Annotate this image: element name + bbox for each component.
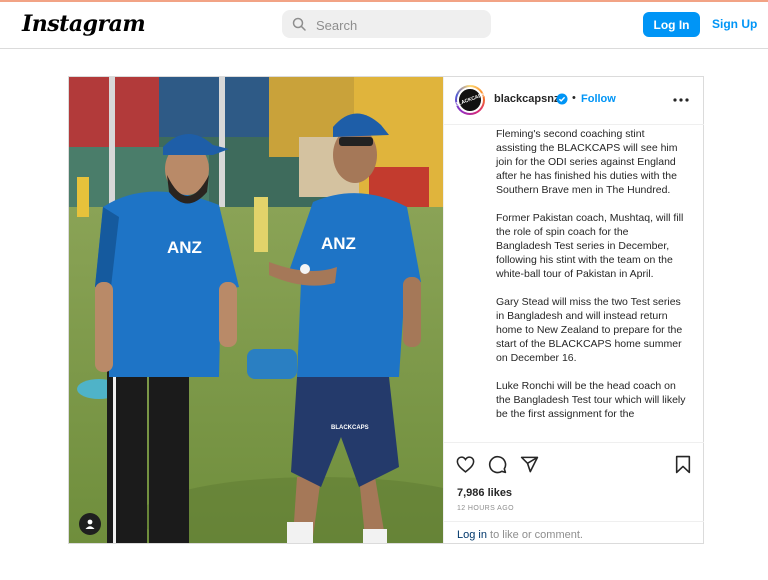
profile-avatar[interactable]: BLACKCAPS bbox=[454, 85, 486, 115]
cricket-coaches-photo: ANZ ANZ BLACKCAPS bbox=[69, 77, 443, 543]
left-shirt-sponsor: ANZ bbox=[167, 238, 202, 257]
right-shirt-sponsor: ANZ bbox=[321, 234, 356, 253]
login-prompt-rest: to like or comment. bbox=[486, 529, 583, 541]
search-icon bbox=[292, 17, 306, 31]
post-username[interactable]: blackcapsnz bbox=[494, 93, 559, 105]
avatar-logo: BLACKCAPS bbox=[454, 85, 486, 115]
top-nav: Instagram Log In Sign Up bbox=[0, 2, 768, 49]
share-icon[interactable] bbox=[520, 455, 539, 474]
search-input[interactable] bbox=[314, 10, 488, 40]
caption-paragraph: Luke Ronchi will be the head coach on th… bbox=[496, 380, 686, 420]
caption-paragraph: Fleming's second coaching stint assistin… bbox=[496, 128, 678, 196]
login-prompt: Log in to like or comment. bbox=[444, 521, 704, 545]
bookmark-icon[interactable] bbox=[675, 455, 691, 474]
avatar-frame: BLACKCAPS bbox=[454, 85, 486, 115]
caption-text: Fleming's second coaching stint assistin… bbox=[496, 127, 686, 435]
search-box[interactable] bbox=[282, 10, 491, 40]
post-sidebar: BLACKCAPS blackcapsnz • Follow Fleming's… bbox=[443, 77, 704, 544]
post-photo[interactable]: ANZ ANZ BLACKCAPS bbox=[69, 77, 443, 543]
follow-button[interactable]: Follow bbox=[581, 93, 616, 105]
post-caption: Fleming's second coaching stint assistin… bbox=[444, 124, 702, 442]
caption-paragraph: Former Pakistan coach, Mushtaq, will fil… bbox=[496, 212, 684, 280]
post-card: ANZ ANZ BLACKCAPS BLACKCAPS blackcapsnz … bbox=[68, 76, 704, 544]
person-icon bbox=[85, 519, 95, 529]
likes-count[interactable]: 7,986 likes bbox=[457, 487, 512, 499]
login-prompt-text: Log in to like or comment. bbox=[457, 529, 583, 541]
login-button[interactable]: Log In bbox=[643, 12, 700, 37]
separator-dot: • bbox=[572, 92, 576, 104]
login-link[interactable]: Log in bbox=[457, 529, 487, 541]
heart-icon[interactable] bbox=[456, 456, 475, 473]
comment-icon[interactable] bbox=[488, 455, 507, 474]
post-actions: 7,986 likes 12 HOURS AGO Log in to like … bbox=[444, 442, 704, 544]
instagram-logo[interactable]: Instagram bbox=[22, 11, 146, 37]
verified-icon bbox=[556, 93, 568, 105]
signup-link[interactable]: Sign Up bbox=[712, 17, 757, 31]
caption-paragraph: Gary Stead will miss the two Test series… bbox=[496, 296, 683, 364]
shorts-brand: BLACKCAPS bbox=[331, 425, 369, 431]
user-tag-icon[interactable] bbox=[79, 513, 101, 535]
more-icon[interactable] bbox=[673, 98, 689, 102]
post-timestamp: 12 HOURS AGO bbox=[457, 505, 514, 512]
post-header: BLACKCAPS blackcapsnz • Follow bbox=[444, 77, 704, 125]
